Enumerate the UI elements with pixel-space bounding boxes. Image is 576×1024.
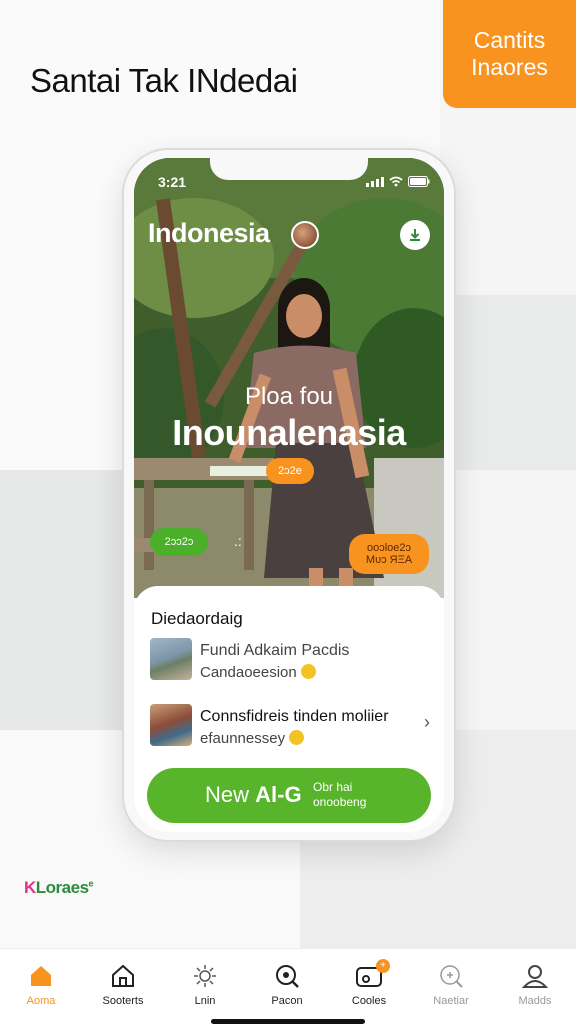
- home-icon: [31, 966, 51, 986]
- download-button[interactable]: [400, 220, 430, 250]
- page-headline: Santai Tak INdedai: [30, 62, 298, 99]
- home-indicator: [211, 1019, 365, 1024]
- info-card: Diedaordaig Fundi Adkaim Pacdis Candaoee…: [134, 586, 444, 832]
- phone-notch: [210, 158, 368, 180]
- signal-icon: [366, 177, 384, 187]
- overlay-title: Inounalenasia: [172, 412, 406, 453]
- profile-icon: [522, 965, 548, 988]
- tab-home[interactable]: Aoma: [0, 963, 82, 1007]
- tag-pill-line1: ooɔloe2ɔ: [366, 542, 412, 554]
- tab-naetiar[interactable]: Naetiar: [410, 963, 492, 1007]
- emoji-icon: [289, 730, 305, 745]
- thumbnail-image: [150, 638, 192, 680]
- tab-pacon[interactable]: Pacon: [246, 963, 328, 1007]
- tab-lnin[interactable]: Lnin: [164, 963, 246, 1007]
- bottom-tab-bar: Aoma Sooterts Lnin Pacon + Cooles Naetia…: [0, 948, 576, 1024]
- chevron-right-icon: ›: [424, 712, 430, 732]
- list-item-subtitle: efaunnessey: [200, 730, 305, 747]
- list-item-title: Connsfidreis tinden moliier: [200, 708, 389, 725]
- cta-label: New Al-G: [205, 782, 302, 807]
- battery-icon: [408, 176, 430, 187]
- country-title: Indonesia: [148, 218, 270, 248]
- wifi-icon: [389, 176, 403, 187]
- search-plus-icon: [440, 965, 463, 988]
- notification-badge: +: [376, 959, 390, 973]
- sun-burst-icon: [194, 965, 216, 987]
- corner-badge-line2: Inaores: [471, 54, 548, 80]
- new-ai-button[interactable]: New Al-G Obr hai onoobeng: [147, 768, 431, 823]
- tab-label: Madds: [518, 995, 552, 1007]
- list-item[interactable]: Fundi Adkaim Pacdis Candaoeesion: [150, 638, 430, 684]
- tab-cooles[interactable]: + Cooles: [328, 959, 410, 1007]
- tab-label: Cooles: [351, 995, 387, 1007]
- tag-pill-small[interactable]: 2ɔ2e: [266, 458, 314, 484]
- overlay-subtitle: Ploa fou: [244, 383, 334, 410]
- corner-badge[interactable]: Cantits Inaores: [443, 0, 576, 108]
- list-item-title: Fundi Adkaim Pacdis: [200, 642, 350, 659]
- status-time: 3:21: [158, 174, 187, 190]
- brand-logo: KLoraese: [24, 878, 94, 897]
- list-item-subtitle: Candaoeesion: [200, 664, 316, 681]
- tab-label: Naetiar: [433, 995, 469, 1007]
- tab-label: Lnin: [194, 995, 216, 1007]
- background-panel: [450, 295, 576, 470]
- emoji-icon: [300, 664, 316, 679]
- download-icon: [410, 229, 420, 241]
- status-icons: [366, 176, 430, 187]
- background-panel: [0, 470, 140, 730]
- tag-pill-green[interactable]: 2ɔɔ2ɔ: [150, 528, 208, 556]
- tab-label: Pacon: [271, 995, 303, 1007]
- search-icon: [276, 965, 299, 988]
- card-title: Diedaordaig: [151, 609, 243, 628]
- tab-madds[interactable]: Madds: [494, 963, 576, 1007]
- house-outline-icon: [112, 964, 134, 987]
- pager-dots: .:: [234, 533, 242, 549]
- tag-pill-orange[interactable]: ooɔloe2ɔ Mυɔ ЯΞΑ: [349, 534, 429, 574]
- phone-screen: 3:21 Indonesia Ploa fou Inounalenasia 2ɔ…: [134, 158, 444, 832]
- tag-pill-line2: Mυɔ ЯΞΑ: [365, 554, 413, 566]
- tab-label: Aoma: [26, 995, 56, 1007]
- corner-badge-line1: Cantits: [473, 27, 546, 53]
- cta-sublabel: Obr hai onoobeng: [313, 780, 367, 809]
- avatar[interactable]: [291, 221, 319, 249]
- list-item[interactable]: Connsfidreis tinden moliier efaunnessey …: [150, 704, 430, 750]
- tab-label: Sooterts: [102, 995, 144, 1007]
- thumbnail-image: [150, 704, 192, 746]
- tab-sooterts[interactable]: Sooterts: [82, 963, 164, 1007]
